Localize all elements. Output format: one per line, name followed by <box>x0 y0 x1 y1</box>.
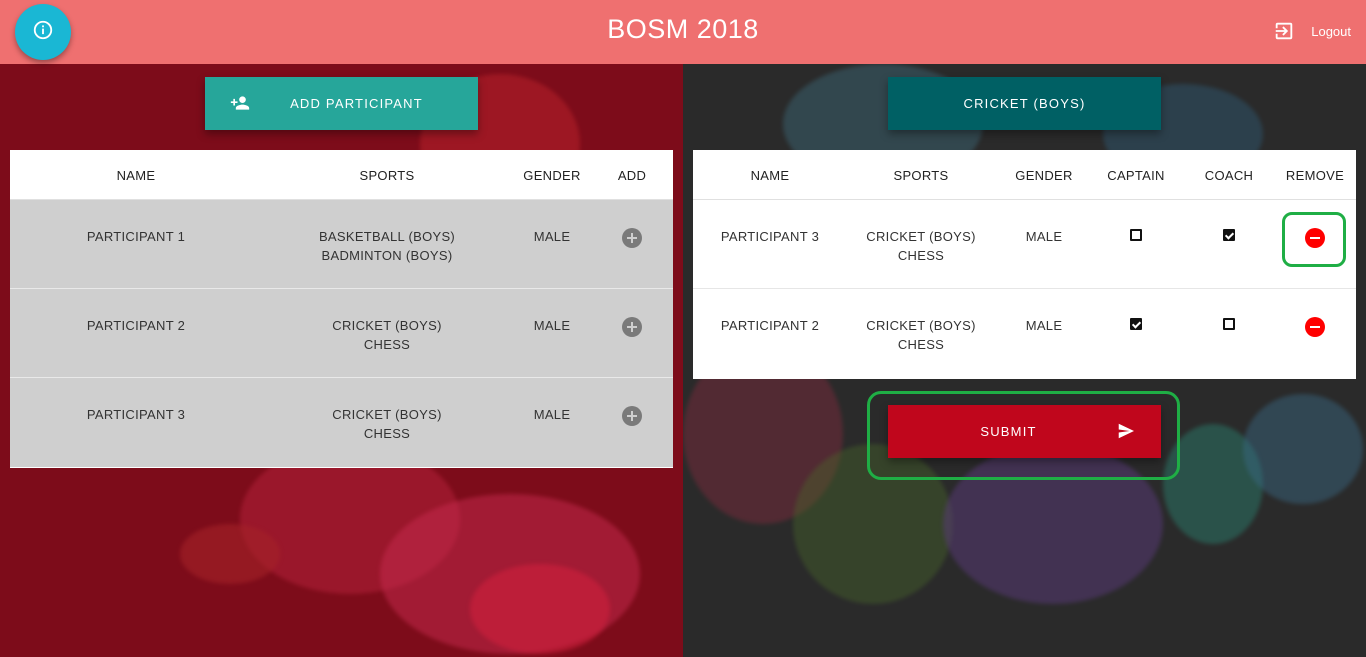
participants-table: NAME SPORTS GENDER ADD PARTICIPANT 1 BAS… <box>10 150 673 468</box>
add-participant-button[interactable]: ADD PARTICIPANT <box>205 77 478 130</box>
person-add-icon <box>230 93 250 116</box>
add-participant-label: ADD PARTICIPANT <box>290 96 423 111</box>
table-row: PARTICIPANT 3 CRICKET (BOYS) CHESS MALE <box>693 200 1356 289</box>
column-header-remove: REMOVE <box>1285 168 1345 183</box>
participant-gender: MALE <box>533 229 571 244</box>
sport-item: CRICKET (BOYS) <box>332 407 442 422</box>
column-header-name: NAME <box>750 168 790 183</box>
column-header-gender: GENDER <box>523 168 581 183</box>
add-circle-icon[interactable] <box>622 406 642 426</box>
table-row: PARTICIPANT 2 CRICKET (BOYS) CHESS MALE <box>693 289 1356 378</box>
column-header-add: ADD <box>617 168 647 183</box>
column-header-sports: SPORTS <box>359 168 415 183</box>
submit-highlight <box>867 391 1180 480</box>
team-table: NAME SPORTS GENDER CAPTAIN COACH REMOVE … <box>693 150 1356 379</box>
column-header-captain: CAPTAIN <box>1107 168 1165 183</box>
participants-table-header: NAME SPORTS GENDER ADD <box>10 150 673 200</box>
add-circle-icon[interactable] <box>622 317 642 337</box>
sport-item: CHESS <box>897 248 945 263</box>
participant-sports: CRICKET (BOYS) CHESS <box>856 316 986 354</box>
participant-gender: MALE <box>1025 318 1063 333</box>
column-header-name: NAME <box>116 168 156 183</box>
remove-highlight <box>1282 212 1346 267</box>
participant-name: PARTICIPANT 2 <box>86 318 186 333</box>
captain-checkbox[interactable] <box>1130 318 1142 330</box>
participant-name: PARTICIPANT 1 <box>86 229 186 244</box>
participant-sports: CRICKET (BOYS) CHESS <box>856 227 986 265</box>
sport-select-label: CRICKET (BOYS) <box>963 96 1086 111</box>
participant-sports: BASKETBALL (BOYS) BADMINTON (BOYS) <box>287 227 487 265</box>
sport-item: BADMINTON (BOYS) <box>321 248 453 263</box>
app-title: BOSM 2018 <box>607 14 759 44</box>
logout-button[interactable]: Logout <box>1273 20 1351 42</box>
coach-checkbox[interactable] <box>1223 229 1235 241</box>
participant-sports: CRICKET (BOYS) CHESS <box>287 405 487 443</box>
participant-name: PARTICIPANT 3 <box>86 407 186 422</box>
table-row: PARTICIPANT 2 CRICKET (BOYS) CHESS MALE <box>10 289 673 378</box>
participant-sports: CRICKET (BOYS) CHESS <box>287 316 487 354</box>
add-circle-icon[interactable] <box>622 228 642 248</box>
logout-icon <box>1273 20 1295 42</box>
info-button[interactable] <box>15 4 71 60</box>
participant-name: PARTICIPANT 2 <box>720 318 820 333</box>
info-icon <box>32 19 54 46</box>
sport-item: CHESS <box>897 337 945 352</box>
column-header-sports: SPORTS <box>893 168 949 183</box>
sport-item: BASKETBALL (BOYS) <box>318 229 456 244</box>
participant-gender: MALE <box>1025 229 1063 244</box>
team-table-header: NAME SPORTS GENDER CAPTAIN COACH REMOVE <box>693 150 1356 200</box>
sport-item: CRICKET (BOYS) <box>866 318 976 333</box>
sport-item: CHESS <box>363 337 411 352</box>
column-header-gender: GENDER <box>1015 168 1073 183</box>
column-header-coach: COACH <box>1204 168 1254 183</box>
participant-gender: MALE <box>533 407 571 422</box>
top-bar: BOSM 2018 Logout <box>0 0 1366 64</box>
sport-item: CRICKET (BOYS) <box>332 318 442 333</box>
sport-item: CRICKET (BOYS) <box>866 229 976 244</box>
sport-item: CHESS <box>363 426 411 441</box>
participant-gender: MALE <box>533 318 571 333</box>
remove-circle-icon[interactable] <box>1305 317 1325 337</box>
sport-select-button[interactable]: CRICKET (BOYS) <box>888 77 1161 130</box>
participant-name: PARTICIPANT 3 <box>720 229 820 244</box>
logout-label: Logout <box>1311 23 1351 39</box>
captain-checkbox[interactable] <box>1130 229 1142 241</box>
table-row: PARTICIPANT 1 BASKETBALL (BOYS) BADMINTO… <box>10 200 673 289</box>
table-row: PARTICIPANT 3 CRICKET (BOYS) CHESS MALE <box>10 378 673 467</box>
coach-checkbox[interactable] <box>1223 318 1235 330</box>
